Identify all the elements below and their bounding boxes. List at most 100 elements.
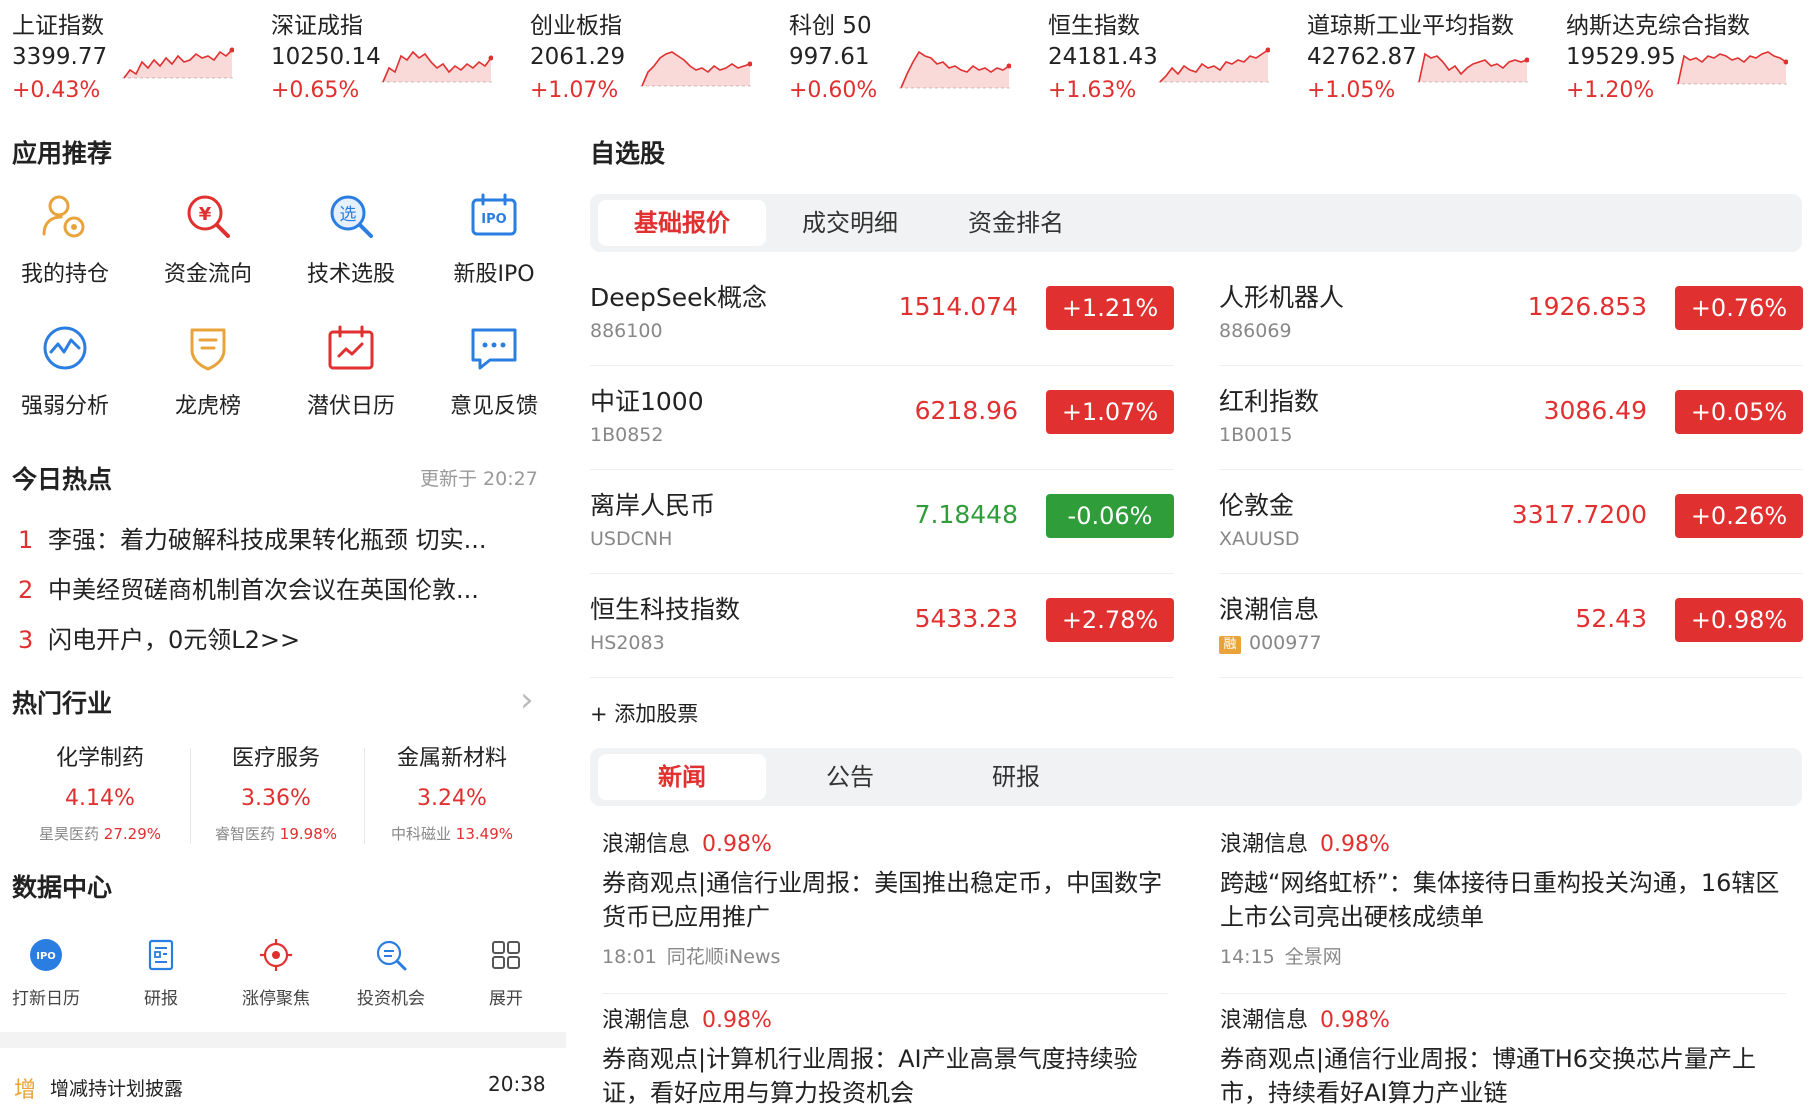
stock-change-badge: +0.98% — [1675, 598, 1803, 642]
stock-code: XAUUSD — [1219, 528, 1300, 550]
ipo-calendar-icon: IPO — [30, 939, 62, 971]
notice-tag: 增 — [14, 1078, 37, 1103]
index-sparkline — [1417, 52, 1529, 83]
news-stock: 浪潮信息 — [602, 832, 691, 857]
watchlist-row[interactable]: 伦敦金 XAUUSD 3317.7200 +0.26% — [1219, 470, 1803, 574]
dc-research[interactable]: 研报 — [111, 938, 211, 1009]
stock-code: USDCNH — [590, 528, 673, 550]
news-item[interactable]: 浪潮信息 0.98% 跨越“网络虹桥”：集体接待日重构投关沟通，16辖区上市公司亮… — [1220, 826, 1786, 994]
tab-basic-quote[interactable]: 基础报价 — [598, 200, 766, 246]
watchlist-row[interactable]: 浪潮信息 融 000977 52.43 +0.98% — [1219, 574, 1803, 678]
industry-name: 化学制药 — [55, 746, 144, 771]
stock-code: 1B0852 — [590, 424, 664, 446]
index-sparkline — [381, 50, 493, 83]
watchlist-row[interactable]: 恒生科技指数 HS2083 5433.23 +2.78% — [590, 574, 1174, 678]
industry-change: 3.36% — [241, 786, 311, 811]
news-header: 浪潮信息 0.98% — [602, 1002, 1168, 1034]
section-divider — [0, 1032, 566, 1048]
index-name: 深证成指 — [271, 13, 363, 39]
app-dragon-tiger[interactable]: 龙虎榜 — [143, 322, 273, 440]
app-label: 潜伏日历 — [306, 394, 395, 419]
stock-price: 1514.074 — [898, 292, 1018, 321]
strength-analysis-icon — [43, 326, 87, 370]
index-card-nasdaq[interactable]: 纳斯达克综合指数 19529.95 +1.20% — [1554, 0, 1812, 122]
app-money-flow[interactable]: ¥ 资金流向 — [143, 190, 273, 308]
sparkline-area — [642, 52, 750, 86]
app-calendar[interactable]: 潜伏日历 — [286, 322, 416, 440]
index-change: +1.07% — [530, 78, 619, 103]
index-change: +1.05% — [1307, 78, 1396, 103]
dc-label: 打新日历 — [12, 989, 80, 1009]
hot-updated-time: 更新于 20:27 — [420, 468, 538, 490]
dc-limit-up[interactable]: 涨停聚焦 — [226, 938, 326, 1009]
stock-price: 1926.853 — [1527, 292, 1647, 321]
hot-rank: 2 — [18, 576, 34, 604]
watchlist-row[interactable]: 人形机器人 886069 1926.853 +0.76% — [1219, 262, 1803, 366]
watchlist-row[interactable]: 离岸人民币 USDCNH 7.18448 -0.06% — [590, 470, 1174, 574]
news-item[interactable]: 浪潮信息 0.98% 券商观点|通信行业周报：博通TH6交换芯片量产上市，持续看好… — [1220, 1002, 1786, 1116]
index-card-shenzhen[interactable]: 深证成指 10250.14 +0.65% — [259, 0, 517, 122]
hot-item[interactable]: 1 李强：着力破解科技成果转化瓶颈 切实... — [18, 520, 538, 556]
index-card-star50[interactable]: 科创 50 997.61 +0.60% — [777, 0, 1035, 122]
news-stock-change: 0.98% — [1320, 832, 1390, 857]
industry-item[interactable]: 金属新材料 3.24% 中科磁业 13.49% — [364, 740, 540, 844]
stock-code: 000977 — [1249, 632, 1322, 654]
dc-investment[interactable]: 投资机会 — [341, 938, 441, 1009]
index-card-dowjones[interactable]: 道琼斯工业平均指数 42762.87 +1.05% — [1295, 0, 1553, 122]
add-stock-button[interactable]: + 添加股票 — [590, 698, 698, 728]
industry-leader-change: 13.49% — [455, 825, 513, 843]
industries-more-icon[interactable]: › — [520, 680, 534, 720]
index-sparkline — [1676, 51, 1788, 85]
stock-price: 3317.7200 — [1511, 500, 1647, 529]
app-strength-analysis[interactable]: 强弱分析 — [0, 322, 130, 440]
stock-name: 中证1000 — [590, 387, 704, 416]
tab-trade-detail[interactable]: 成交明细 — [766, 200, 934, 246]
news-title: 券商观点|通信行业周报：美国推出稳定币，中国数字货币已应用推广 — [602, 869, 1163, 931]
section-title-apps: 应用推荐 — [12, 139, 113, 168]
industry-name: 金属新材料 — [396, 746, 507, 771]
tab-announcements[interactable]: 公告 — [766, 754, 934, 800]
tab-research[interactable]: 研报 — [932, 754, 1100, 800]
news-stock-change: 0.98% — [1320, 1008, 1390, 1033]
dragon-tiger-icon — [190, 328, 226, 371]
index-value: 997.61 — [789, 44, 870, 70]
news-stock: 浪潮信息 — [1220, 1008, 1309, 1033]
industry-leader-name: 睿智医药 — [215, 825, 276, 843]
news-meta: 14:15 全景网 — [1220, 942, 1786, 969]
index-card-shanghai[interactable]: 上证指数 3399.77 +0.43% — [0, 0, 258, 122]
tab-news[interactable]: 新闻 — [598, 754, 766, 800]
hot-text: 闪电开户，0元领L2>> — [48, 626, 301, 654]
stock-change-badge: +0.26% — [1675, 494, 1803, 538]
app-feedback[interactable]: 意见反馈 — [429, 322, 559, 440]
industry-change: 4.14% — [65, 786, 135, 811]
dc-ipo-calendar[interactable]: IPO 打新日历 — [0, 938, 96, 1009]
app-my-holdings[interactable]: 我的持仓 — [0, 190, 130, 308]
watchlist-row[interactable]: 红利指数 1B0015 3086.49 +0.05% — [1219, 366, 1803, 470]
app-new-ipo[interactable]: IPO 新股IPO — [429, 190, 559, 308]
expand-grid-icon — [492, 941, 520, 969]
section-title-industries: 热门行业 — [12, 689, 113, 718]
tab-fund-ranking[interactable]: 资金排名 — [932, 200, 1100, 246]
hot-item[interactable]: 3 闪电开户，0元领L2>> — [18, 620, 538, 656]
news-item[interactable]: 浪潮信息 0.98% 券商观点|通信行业周报：美国推出稳定币，中国数字货币已应用推… — [602, 826, 1168, 994]
notice-text[interactable]: 增减持计划披露 — [50, 1074, 183, 1101]
watchlist-row[interactable]: 中证1000 1B0852 6218.96 +1.07% — [590, 366, 1174, 470]
stock-price: 6218.96 — [914, 396, 1018, 425]
news-stock: 浪潮信息 — [1220, 832, 1309, 857]
index-value: 19529.95 — [1566, 44, 1676, 70]
news-item[interactable]: 浪潮信息 0.98% 券商观点|计算机行业周报：AI产业高景气度持续验证，看好应用… — [602, 1002, 1168, 1116]
index-card-hangseng[interactable]: 恒生指数 24181.43 +1.63% — [1036, 0, 1294, 122]
stock-name: 浪潮信息 — [1219, 595, 1320, 624]
industry-item[interactable]: 化学制药 4.14% 星昊医药 27.29% — [12, 740, 188, 844]
index-change: +0.60% — [789, 78, 878, 103]
calendar-icon — [328, 325, 374, 370]
index-sparkline — [1158, 47, 1270, 83]
watchlist-row[interactable]: DeepSeek概念 886100 1514.074 +1.21% — [590, 262, 1174, 366]
industry-item[interactable]: 医疗服务 3.36% 睿智医药 19.98% — [188, 740, 364, 844]
dc-expand[interactable]: 展开 — [456, 938, 556, 1009]
industry-leader: 睿智医药 19.98% — [188, 823, 364, 844]
index-card-chinext[interactable]: 创业板指 2061.29 +1.07% — [518, 0, 776, 122]
hot-item[interactable]: 2 中美经贸磋商机制首次会议在英国伦敦... — [18, 570, 538, 606]
index-value: 2061.29 — [530, 44, 626, 70]
app-stock-picker[interactable]: 选 技术选股 — [286, 190, 416, 308]
